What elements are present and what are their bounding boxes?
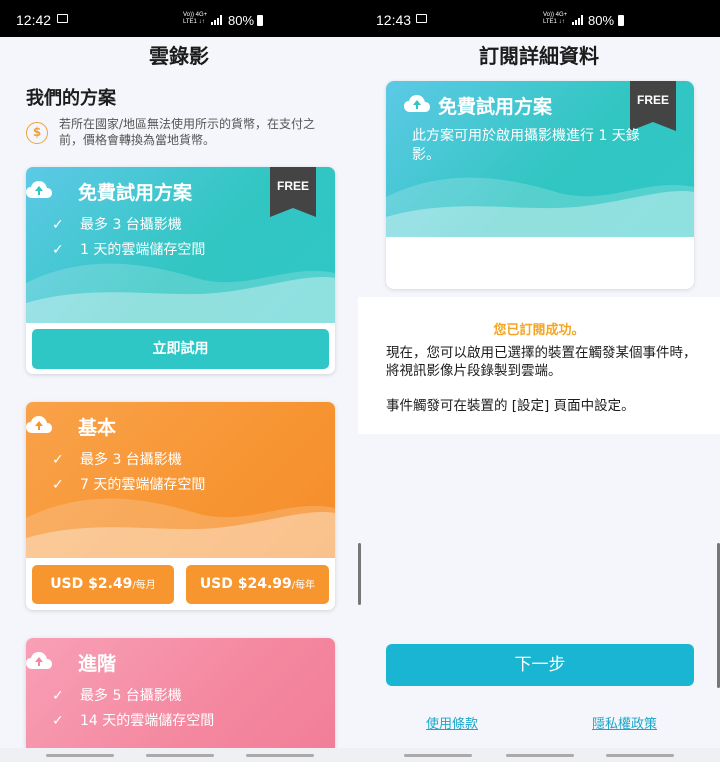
success-panel: 您已訂閱成功。 現在，您可以啟用已選擇的裝置在觸發某個事件時，將視訊影像片段錄製… xyxy=(358,297,720,434)
nav-recents[interactable] xyxy=(246,754,314,757)
battery-percentage: 80% xyxy=(228,13,255,28)
cloud-upload-icon xyxy=(26,416,52,433)
nav-back[interactable] xyxy=(404,754,472,757)
cloud-upload-icon xyxy=(26,181,52,198)
plan-card-basic: 基本 ✓ 最多 3 台攝影機 ✓ 7 天的雲端儲存空間 USD $2.49/每月 U… xyxy=(26,402,335,610)
plan-hero-basic: 基本 ✓ 最多 3 台攝影機 ✓ 7 天的雲端儲存空間 xyxy=(26,402,335,558)
battery-percentage: 80% xyxy=(588,13,615,28)
signal-icon xyxy=(211,15,225,25)
monthly-subscribe-button[interactable]: USD $2.49/每月 xyxy=(32,565,174,604)
nav-back[interactable] xyxy=(46,754,114,757)
plan-hero-advanced: 進階 ✓ 最多 5 台攝影機 ✓ 14 天的雲端儲存空間 xyxy=(26,638,335,762)
plan-detail-card: 免費試用方案 FREE 此方案可用於啟用攝影機進行 1 天錄影。 xyxy=(386,81,694,289)
message-icon xyxy=(57,14,68,23)
try-now-button[interactable]: 立即試用 xyxy=(32,329,329,369)
plan-name: 進階 xyxy=(78,653,117,675)
status-bar: 12:43 Vo)) 4G+ LTE1 ↓↑ 80% xyxy=(358,0,720,37)
plan-feature: ✓ 最多 3 台攝影機 xyxy=(52,452,182,468)
plan-feature: ✓ 14 天的雲端儲存空間 xyxy=(52,713,215,729)
network-indicator: Vo)) 4G+ LTE1 ↓↑ xyxy=(543,12,568,25)
plan-feature: ✓ 7 天的雲端儲存空間 xyxy=(52,477,206,493)
battery-icon xyxy=(257,15,263,26)
next-button[interactable]: 下一步 xyxy=(386,644,694,686)
success-title: 您已訂閱成功。 xyxy=(493,323,585,338)
check-icon: ✓ xyxy=(52,242,64,258)
check-icon: ✓ xyxy=(52,713,64,729)
system-nav-bar xyxy=(358,748,720,762)
plans-heading: 我們的方案 xyxy=(26,88,116,109)
system-nav-bar xyxy=(0,748,358,762)
plan-hero-free: 免費試用方案 FREE 此方案可用於啟用攝影機進行 1 天錄影。 xyxy=(386,81,694,237)
nav-home[interactable] xyxy=(146,754,214,757)
success-message: 現在，您可以啟用已選擇的裝置在觸發某個事件時，將視訊影像片段錄製到雲端。 xyxy=(386,345,697,379)
message-icon xyxy=(416,14,427,23)
plan-description: 此方案可用於啟用攝影機進行 1 天錄影。 xyxy=(412,128,640,163)
status-time: 12:42 xyxy=(16,12,52,28)
free-badge: FREE xyxy=(630,81,676,131)
page-title: 雲錄影 xyxy=(149,44,209,68)
plan-card-advanced: 進階 ✓ 最多 5 台攝影機 ✓ 14 天的雲端儲存空間 xyxy=(26,638,335,762)
subscription-details-screen: 12:43 Vo)) 4G+ LTE1 ↓↑ 80% 訂閱詳細資料 免費試用方案… xyxy=(358,0,720,762)
network-indicator: Vo)) 4G+ LTE1 ↓↑ xyxy=(183,12,208,25)
check-icon: ✓ xyxy=(52,688,64,704)
plan-feature: ✓ 1 天的雲端儲存空間 xyxy=(52,242,206,258)
plan-feature: ✓ 最多 3 台攝影機 xyxy=(52,217,182,233)
plans-screen: 12:42 Vo)) 4G+ LTE1 ↓↑ 80% 雲錄影 我們的方案 $ 若… xyxy=(0,0,358,762)
nav-recents[interactable] xyxy=(606,754,674,757)
plan-card-free: 免費試用方案 FREE ✓ 最多 3 台攝影機 ✓ 1 天的雲端儲存空間 立即試用 xyxy=(26,167,335,374)
cloud-upload-icon xyxy=(404,95,430,112)
currency-note: $ 若所在國家/地區無法使用所示的貨幣，在支付之前，價格會轉換為當地貨幣。 xyxy=(26,116,341,152)
battery-icon xyxy=(618,15,624,26)
nav-home[interactable] xyxy=(506,754,574,757)
terms-link[interactable]: 使用條款 xyxy=(426,713,478,732)
cloud-upload-icon xyxy=(26,652,52,669)
currency-note-text: 若所在國家/地區無法使用所示的貨幣，在支付之前，價格會轉換為當地貨幣。 xyxy=(59,117,316,147)
signal-icon xyxy=(572,15,586,25)
plan-name: 免費試用方案 xyxy=(438,96,553,118)
check-icon: ✓ xyxy=(52,217,64,233)
free-badge: FREE xyxy=(270,167,316,217)
coin-icon: $ xyxy=(26,122,48,144)
plan-feature: ✓ 最多 5 台攝影機 xyxy=(52,688,182,704)
page-title: 訂閱詳細資料 xyxy=(479,44,599,68)
event-trigger-note: 事件觸發可在裝置的 [設定] 頁面中設定。 xyxy=(386,398,635,414)
plan-hero-free: 免費試用方案 FREE ✓ 最多 3 台攝影機 ✓ 1 天的雲端儲存空間 xyxy=(26,167,335,323)
check-icon: ✓ xyxy=(52,452,64,468)
plan-name: 免費試用方案 xyxy=(78,182,193,204)
privacy-link[interactable]: 隱私權政策 xyxy=(592,713,657,732)
status-bar: 12:42 Vo)) 4G+ LTE1 ↓↑ 80% xyxy=(0,0,358,37)
plan-name: 基本 xyxy=(78,417,117,439)
wave-decoration xyxy=(386,177,694,237)
yearly-subscribe-button[interactable]: USD $24.99/每年 xyxy=(186,565,329,604)
check-icon: ✓ xyxy=(52,477,64,493)
status-time: 12:43 xyxy=(376,12,412,28)
scrollbar-left[interactable] xyxy=(358,543,361,605)
